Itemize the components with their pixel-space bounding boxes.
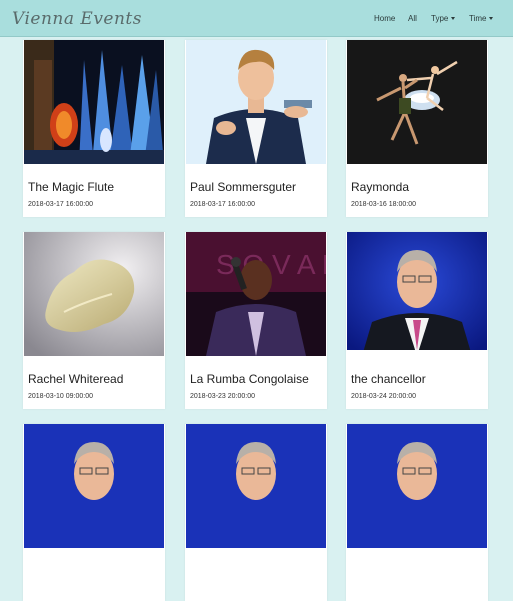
navbar: Vienna Events Home All Type Time xyxy=(0,0,513,37)
event-card[interactable]: The Magic Flute 2018-03-17 16:00:00 xyxy=(23,40,165,217)
event-date: 2018-03-17 16:00:00 xyxy=(190,201,255,208)
event-image-la-rumba-congolaise[interactable]: S O V A R xyxy=(186,232,326,356)
nav-all[interactable]: All xyxy=(408,14,417,23)
event-card[interactable]: Raymonda 2018-03-16 18:00:00 xyxy=(346,40,488,217)
event-card[interactable]: Paul Sommersguter 2018-03-17 16:00:00 xyxy=(185,40,327,217)
event-date: 2018-03-24 20:00:00 xyxy=(351,393,416,400)
event-card[interactable] xyxy=(185,424,327,601)
event-card[interactable]: Rachel Whiteread 2018-03-10 09:00:00 xyxy=(23,232,165,409)
brand-logo[interactable]: Vienna Events xyxy=(12,9,142,29)
event-title[interactable]: the chancellor xyxy=(351,372,426,386)
caret-down-icon xyxy=(451,17,456,21)
event-image-magic-flute[interactable] xyxy=(24,40,164,164)
event-card[interactable]: S O V A R La Rumba Congolaise 2018-03-23… xyxy=(185,232,327,409)
event-date: 2018-03-10 09:00:00 xyxy=(28,393,93,400)
event-title[interactable]: Rachel Whiteread xyxy=(28,372,123,386)
event-title[interactable]: La Rumba Congolaise xyxy=(190,372,309,386)
event-title[interactable]: Raymonda xyxy=(351,180,409,194)
event-date: 2018-03-17 16:00:00 xyxy=(28,201,93,208)
event-title[interactable]: The Magic Flute xyxy=(28,180,114,194)
nav-time-label: Time xyxy=(469,14,487,23)
nav-time-dropdown[interactable]: Time xyxy=(469,14,494,23)
event-image-rachel-whiteread[interactable] xyxy=(24,232,164,356)
event-card[interactable]: the chancellor 2018-03-24 20:00:00 xyxy=(346,232,488,409)
event-image-man-portrait[interactable] xyxy=(347,424,487,548)
event-card[interactable] xyxy=(23,424,165,601)
event-image-the-chancellor[interactable] xyxy=(347,232,487,356)
event-image-raymonda[interactable] xyxy=(347,40,487,164)
nav-type-dropdown[interactable]: Type xyxy=(431,14,456,23)
event-date: 2018-03-23 20:00:00 xyxy=(190,393,255,400)
nav-type-label: Type xyxy=(431,14,449,23)
caret-down-icon xyxy=(489,17,494,21)
event-date: 2018-03-16 18:00:00 xyxy=(351,201,416,208)
nav-home[interactable]: Home xyxy=(374,14,395,23)
event-image-paul-sommersguter[interactable] xyxy=(186,40,326,164)
event-card[interactable] xyxy=(346,424,488,601)
event-image-man-portrait[interactable] xyxy=(24,424,164,548)
event-image-man-portrait[interactable] xyxy=(186,424,326,548)
event-title[interactable]: Paul Sommersguter xyxy=(190,180,296,194)
